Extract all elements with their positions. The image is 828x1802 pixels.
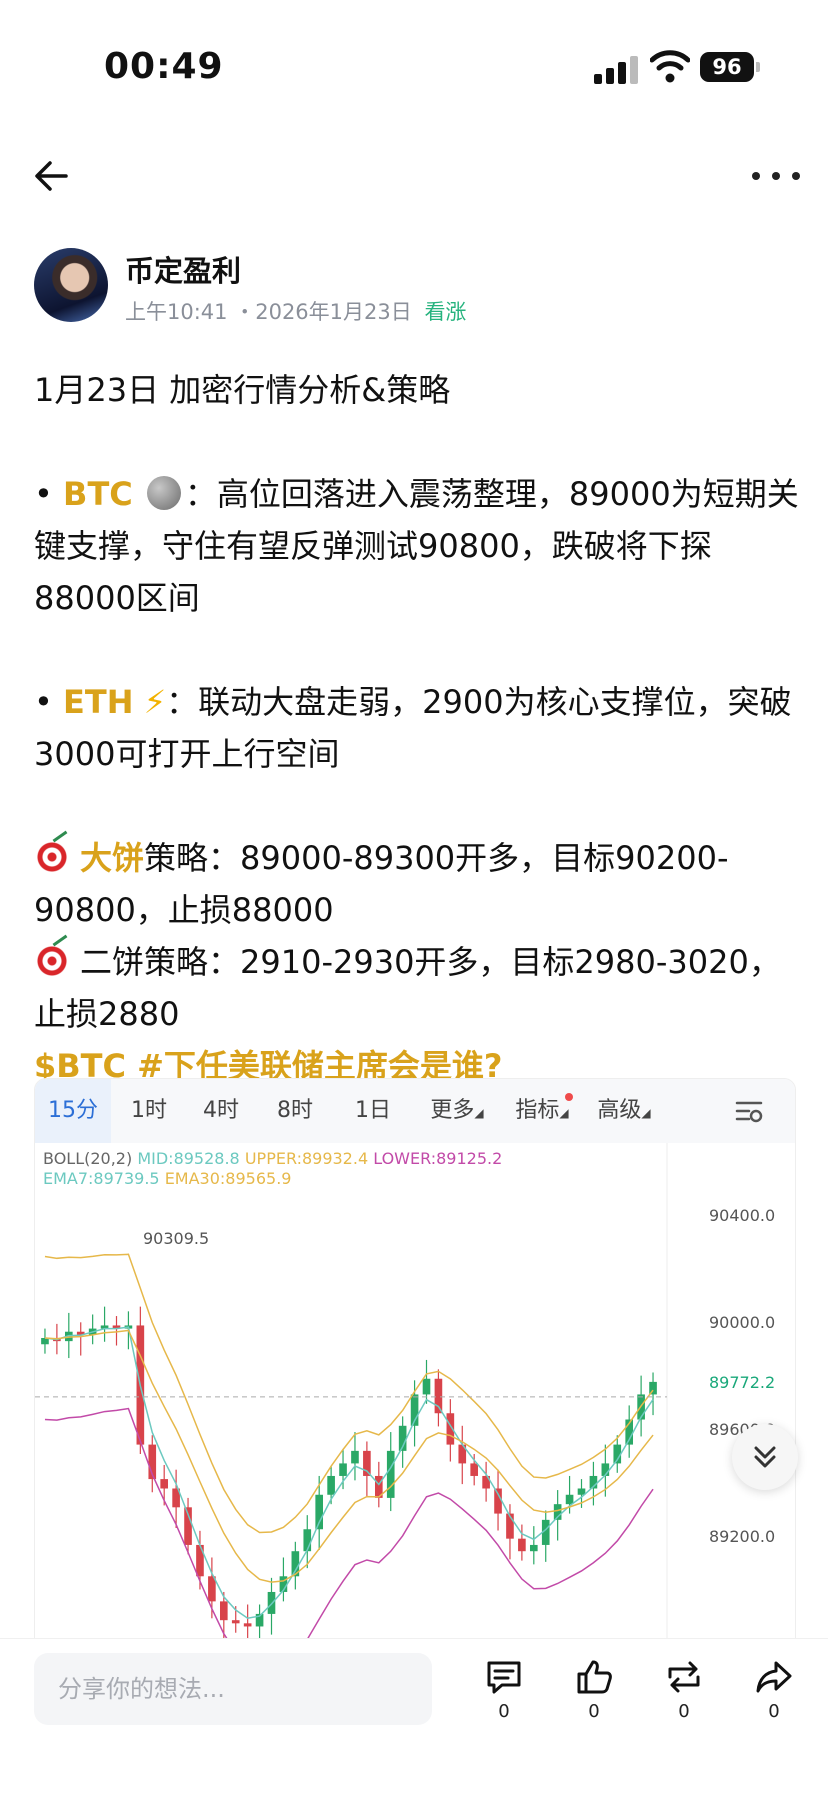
kline-chart-card[interactable]: 15分 1时 4时 8时 1日 更多◢ 指标◢ 高级◢ BOLL(20,2) M…: [34, 1078, 796, 1640]
price-tick: 89200.0: [709, 1527, 776, 1546]
strategy-btc: 大饼策略：89000-89300开多，目标90200-90800，止损88000: [34, 832, 804, 936]
lightning-emoji-icon: ⚡: [143, 683, 167, 721]
candle-body: [231, 1620, 240, 1624]
target-emoji-icon: [34, 839, 70, 875]
candle-body: [219, 1601, 228, 1621]
target-emoji-icon: [34, 943, 70, 979]
bottom-action-bar: 0 0 0 0: [0, 1638, 828, 1802]
chart-settings-icon[interactable]: [735, 1099, 765, 1123]
tab-more[interactable]: 更多◢: [427, 1079, 487, 1143]
chart-area[interactable]: BOLL(20,2) MID:89528.8 UPPER:89932.4 LOW…: [35, 1143, 795, 1639]
candle-body: [196, 1544, 204, 1577]
current-price-label: 89772.2: [709, 1373, 776, 1392]
strategy-eth-text: 二饼策略：2910-2930开多，目标2980-3020，止损2880: [34, 943, 781, 1033]
nav-bar: [0, 140, 828, 210]
scroll-down-button[interactable]: [732, 1424, 798, 1490]
tab-1h[interactable]: 1时: [121, 1079, 177, 1143]
eth-label[interactable]: ETH: [63, 683, 133, 721]
like-button[interactable]: 0: [564, 1657, 624, 1722]
battery-icon: 96: [700, 52, 754, 82]
repost-button[interactable]: 0: [654, 1657, 714, 1722]
candle-body: [303, 1529, 312, 1552]
strategy-eth: 二饼策略：2910-2930开多，目标2980-3020，止损2880: [34, 936, 804, 1040]
bullet: •: [34, 475, 53, 513]
candlestick-chart: [35, 1143, 668, 1639]
repost-icon: [668, 1661, 700, 1693]
timeframe-tabs: 15分 1时 4时 8时 1日 更多◢ 指标◢ 高级◢: [35, 1079, 795, 1143]
candle-body: [470, 1463, 479, 1476]
tab-15m[interactable]: 15分: [35, 1079, 111, 1143]
sentiment-tag: 看涨: [424, 300, 467, 324]
tab-4h[interactable]: 4时: [193, 1079, 249, 1143]
candle-body: [494, 1488, 502, 1514]
author-name[interactable]: 币定盈利: [125, 248, 241, 290]
thumbs-up-icon: [577, 1660, 612, 1694]
post-body: 1月23日 加密行情分析&策略 • BTC ：高位回落进入震荡整理，89000为…: [34, 364, 804, 1092]
comment-icon: [487, 1661, 521, 1694]
candle-body: [565, 1494, 574, 1505]
tab-advanced[interactable]: 高级◢: [593, 1079, 655, 1143]
post-title: 1月23日 加密行情分析&策略: [34, 371, 451, 409]
like-count: 0: [588, 1701, 600, 1722]
candle-body: [363, 1450, 371, 1476]
more-options-icon[interactable]: [752, 156, 800, 196]
cellular-signal-icon: [594, 56, 640, 84]
repost-count: 0: [678, 1701, 690, 1722]
back-arrow-icon[interactable]: [30, 154, 74, 198]
post-date: ・2026年1月23日: [234, 300, 412, 324]
author-header: 币定盈利 上午10:41 ・2026年1月23日 看涨: [34, 248, 794, 324]
moon-emoji-icon: [146, 476, 181, 510]
comment-button[interactable]: 0: [474, 1657, 534, 1722]
battery-tip: [756, 62, 760, 72]
high-annotation: 90309.5: [143, 1229, 210, 1248]
comment-input[interactable]: [34, 1653, 432, 1725]
tab-8h[interactable]: 8时: [267, 1079, 323, 1143]
candle-body: [422, 1378, 431, 1395]
bullet: •: [34, 683, 53, 721]
eth-paragraph: • ETH ⚡：联动大盘走弱，2900为核心支撑位，突破3000可打开上行空间: [34, 676, 804, 780]
strategy-highlight: 大饼: [80, 839, 145, 877]
share-arrow-icon: [756, 1661, 792, 1693]
candle-body: [434, 1378, 443, 1414]
btc-label[interactable]: BTC: [63, 475, 133, 513]
avatar[interactable]: [34, 248, 108, 322]
candle-body: [518, 1538, 526, 1552]
status-time: 00:49: [104, 46, 224, 87]
post-time: 上午10:41: [125, 300, 228, 324]
btc-paragraph: • BTC ：高位回落进入震荡整理，89000为短期关键支撑，守住有望反弹测试9…: [34, 468, 804, 624]
candle-body: [386, 1450, 395, 1498]
status-bar: 00:49 96: [0, 0, 828, 120]
candle-body: [351, 1450, 359, 1464]
candle-body: [529, 1544, 538, 1552]
tab-indicators[interactable]: 指标◢: [511, 1079, 573, 1143]
double-chevron-down-icon: [754, 1446, 776, 1468]
tab-1d[interactable]: 1日: [345, 1079, 401, 1143]
candle-body: [243, 1623, 252, 1627]
boll-upper-line: [44, 1253, 654, 1534]
post-meta: 上午10:41 ・2026年1月23日 看涨: [125, 296, 466, 326]
price-tick: 90400.0: [709, 1206, 776, 1225]
share-count: 0: [768, 1701, 780, 1722]
candle-body: [160, 1479, 169, 1489]
candle-body: [339, 1463, 347, 1476]
candle-body: [327, 1475, 335, 1495]
comment-count: 0: [498, 1701, 510, 1722]
share-button[interactable]: 0: [744, 1657, 804, 1722]
boll-lower-line: [44, 1407, 654, 1639]
price-tick: 90000.0: [709, 1313, 776, 1332]
wifi-icon: [650, 50, 690, 83]
